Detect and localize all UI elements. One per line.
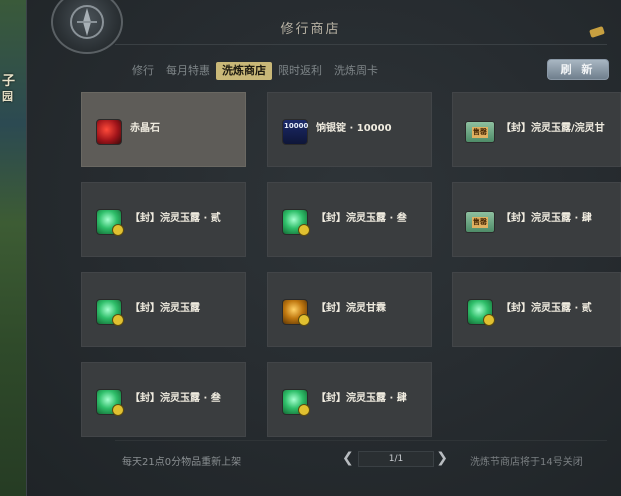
jade-dew-icon (282, 389, 310, 416)
jade-dew-icon (96, 389, 124, 416)
page-indicator: 1/1 (358, 451, 434, 467)
side-text-fragment: 园 (2, 90, 13, 103)
item-name: 【封】浣灵玉露 · 叁 (130, 393, 221, 404)
bound-badge-icon (298, 314, 310, 326)
tab-refine-shop[interactable]: 洗炼商店 (216, 62, 272, 80)
pagination: ❮ 1/1 ❯ (342, 450, 448, 467)
tab-bar: 修行 每月特惠 洗炼商店 限时返利 洗炼周卡 (126, 62, 384, 80)
tab-refine-weekly-card[interactable]: 洗炼周卡 (328, 62, 384, 80)
jade-dew-icon (96, 299, 124, 326)
jade-dew-icon (282, 209, 310, 236)
game-world-background: 子 园 (0, 0, 28, 496)
shop-close-note: 洗炼节商店将于14号关闭 (470, 457, 583, 468)
item-card[interactable]: 售罄 【封】浣灵玉露 · 肆 (452, 182, 621, 257)
golden-dew-icon (282, 299, 310, 326)
sold-out-badge: 售罄 (472, 217, 488, 228)
item-name: 饷银锭 · 10000 (316, 123, 392, 134)
divider (115, 44, 607, 45)
item-name: 【封】浣灵玉露 (130, 303, 200, 314)
jade-ticket-icon: 售罄 (465, 211, 495, 233)
item-card[interactable]: 【封】浣灵玉露 · 叁 (81, 362, 246, 437)
item-card[interactable]: 【封】浣灵玉露 · 肆 (267, 362, 432, 437)
window-title: 修行商店 (280, 22, 341, 37)
item-card[interactable]: 【封】浣灵玉露 · 贰 (452, 272, 621, 347)
jade-dew-icon (96, 209, 124, 236)
ruby-gem-icon (96, 119, 122, 145)
chevron-left-icon[interactable]: ❮ (342, 450, 354, 466)
restock-note: 每天21点0分物品重新上架 (122, 457, 242, 468)
bound-badge-icon (298, 224, 310, 236)
item-name: 【封】浣灵甘霖 (316, 303, 386, 314)
bound-badge-icon (112, 404, 124, 416)
bound-badge-icon (112, 224, 124, 236)
item-name: 【封】浣灵玉露 · 贰 (130, 213, 221, 224)
item-card[interactable]: 售罄 【封】浣灵玉露/浣灵甘 (452, 92, 621, 167)
jade-ticket-icon: 售罄 (465, 121, 495, 143)
item-card[interactable]: 【封】浣灵玉露 (81, 272, 246, 347)
item-name: 【封】浣灵玉露 · 肆 (316, 393, 407, 404)
silver-ingot-icon: 10000 (282, 119, 308, 145)
item-card[interactable]: 【封】浣灵玉露 · 贰 (81, 182, 246, 257)
divider (115, 440, 607, 441)
bound-badge-icon (298, 404, 310, 416)
refresh-button[interactable]: 刷 新 (547, 59, 609, 80)
item-card[interactable]: 10000 饷银锭 · 10000 (267, 92, 432, 167)
jade-dew-icon (467, 299, 495, 326)
bound-badge-icon (112, 314, 124, 326)
item-name: 赤晶石 (130, 123, 160, 134)
item-card[interactable]: 【封】浣灵甘霖 (267, 272, 432, 347)
bound-badge-icon (483, 314, 495, 326)
item-name: 【封】浣灵玉露 · 肆 (501, 213, 592, 224)
item-card[interactable]: 【封】浣灵玉露 · 叁 (267, 182, 432, 257)
icon-label: 10000 (284, 122, 309, 130)
chevron-right-icon[interactable]: ❯ (436, 450, 448, 466)
tab-monthly-deals[interactable]: 每月特惠 (160, 62, 216, 80)
side-text-fragment: 子 (2, 74, 16, 89)
item-name: 【封】浣灵玉露/浣灵甘 (501, 123, 605, 134)
tab-cultivation[interactable]: 修行 (126, 62, 160, 80)
sold-out-badge: 售罄 (472, 127, 488, 138)
item-name: 【封】浣灵玉露 · 叁 (316, 213, 407, 224)
tab-limited-rebate[interactable]: 限时返利 (272, 62, 328, 80)
item-name: 【封】浣灵玉露 · 贰 (501, 303, 592, 314)
item-card[interactable]: 赤晶石 (81, 92, 246, 167)
